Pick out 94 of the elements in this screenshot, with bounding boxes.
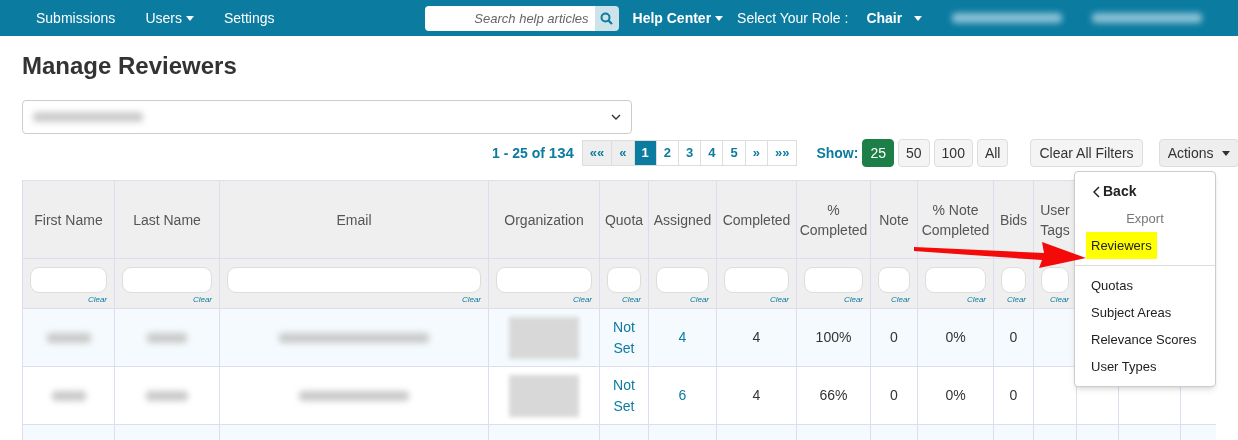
menu-item[interactable]: Subject Areas: [1086, 299, 1177, 326]
filter-input[interactable]: [496, 267, 592, 293]
role-label: Select Your Role :: [737, 8, 849, 28]
role-dropdown[interactable]: Chair: [866, 7, 923, 29]
search-field[interactable]: Search help articles: [424, 5, 595, 31]
filter-input[interactable]: [30, 267, 107, 293]
column-header: Organization: [488, 180, 600, 259]
menu-item[interactable]: Reviewers: [1086, 232, 1157, 259]
clear-link[interactable]: Clear: [1006, 293, 1026, 307]
page-size-button[interactable]: 25: [862, 139, 894, 167]
filter-input[interactable]: [122, 267, 212, 293]
table-cell: 4: [716, 308, 797, 367]
page-size-button[interactable]: 50: [898, 139, 930, 167]
page-title: Manage Reviewers: [22, 52, 238, 80]
page-button[interactable]: 1: [633, 140, 657, 166]
column-header: Last Name: [114, 180, 220, 259]
table-cell: 0: [993, 366, 1034, 425]
nav-link[interactable]: Settings: [223, 7, 275, 29]
page-size-button[interactable]: All: [976, 139, 1009, 167]
clear-link[interactable]: Clear: [843, 293, 863, 307]
blurred-text: [46, 332, 91, 343]
help-center-link[interactable]: Help Center: [632, 7, 724, 29]
column-header: Note: [870, 180, 918, 259]
blurred-text: [147, 332, 187, 343]
column-header: First Name: [22, 180, 115, 259]
menu-item[interactable]: Quotas: [1086, 272, 1138, 299]
table-cell: 0: [870, 308, 918, 367]
filter-input[interactable]: [925, 267, 986, 293]
back-link[interactable]: Back: [1075, 178, 1215, 205]
caret-icon: [185, 15, 194, 21]
blurred-image: [509, 316, 579, 359]
caret-icon: [715, 15, 724, 21]
table-cell: 0: [870, 366, 918, 425]
nav-link[interactable]: Users: [145, 7, 194, 29]
table-cell: Not Set: [599, 308, 649, 367]
menu-header: Export: [1125, 209, 1165, 228]
table-cell: 4: [648, 308, 717, 367]
menu-item[interactable]: Relevance Scores: [1086, 326, 1202, 353]
chevron-left-icon: [1093, 185, 1100, 198]
page-button[interactable]: »»: [766, 140, 798, 166]
nav-link[interactable]: Submissions: [36, 7, 116, 29]
actions-button[interactable]: Actions: [1158, 139, 1238, 167]
filter-input[interactable]: [724, 267, 789, 293]
filter-input[interactable]: [804, 267, 863, 293]
page-button[interactable]: ««: [581, 140, 613, 166]
column-header: Quota: [599, 180, 649, 259]
table-cell: Not Set: [599, 366, 649, 425]
blurred-text: [51, 390, 86, 401]
clear-link[interactable]: Clear: [966, 293, 986, 307]
page-button[interactable]: 3: [678, 140, 702, 166]
filter-input[interactable]: [656, 267, 709, 293]
clear-link[interactable]: Clear: [769, 293, 789, 307]
table-cell: 66%: [796, 366, 871, 425]
filter-input[interactable]: [227, 267, 481, 293]
blurred-text: [146, 390, 188, 401]
filter-input[interactable]: [1041, 267, 1069, 293]
search-icon: [600, 11, 614, 25]
caret-icon: [914, 15, 923, 21]
table-cell: 100%: [796, 308, 871, 367]
caret-icon: [1221, 150, 1230, 156]
page-button[interactable]: »: [744, 140, 768, 166]
filter-input[interactable]: [878, 267, 910, 293]
menu-item[interactable]: User Types: [1086, 353, 1162, 380]
blurred-image: [509, 374, 579, 417]
filter-input[interactable]: [1001, 267, 1026, 293]
result-range: 1 - 25 of 134: [492, 142, 574, 163]
show-label: Show:: [816, 143, 859, 163]
page-size-button[interactable]: 100: [933, 139, 973, 167]
search-button[interactable]: [594, 5, 619, 31]
table-cell: 0%: [917, 366, 994, 425]
chevron-down-icon: [611, 114, 621, 120]
table-cell: 0: [993, 308, 1034, 367]
clear-link[interactable]: Clear: [572, 293, 592, 307]
page-button[interactable]: 4: [700, 140, 724, 166]
clear-link[interactable]: Clear: [890, 293, 910, 307]
table-cell: 4: [716, 366, 797, 425]
table-cell: 6: [648, 366, 717, 425]
page-button[interactable]: «: [611, 140, 635, 166]
clear-link[interactable]: Clear: [87, 293, 107, 307]
clear-link[interactable]: Clear: [192, 293, 212, 307]
table-cell: 0%: [917, 308, 994, 367]
page-button[interactable]: 5: [722, 140, 746, 166]
clear-link[interactable]: Clear: [1049, 293, 1069, 307]
clear-link[interactable]: Clear: [621, 293, 641, 307]
column-header: Completed: [716, 180, 797, 259]
column-header: Assigned: [648, 180, 717, 259]
filter-input[interactable]: [607, 267, 641, 293]
clear-link[interactable]: Clear: [689, 293, 709, 307]
column-header: Email: [219, 180, 489, 259]
clear-link[interactable]: Clear: [461, 293, 481, 307]
page-button[interactable]: 2: [655, 140, 679, 166]
column-header: % Completed: [796, 180, 871, 259]
select-dropdown[interactable]: [22, 100, 632, 134]
clear-filters-button[interactable]: Clear All Filters: [1030, 139, 1143, 167]
